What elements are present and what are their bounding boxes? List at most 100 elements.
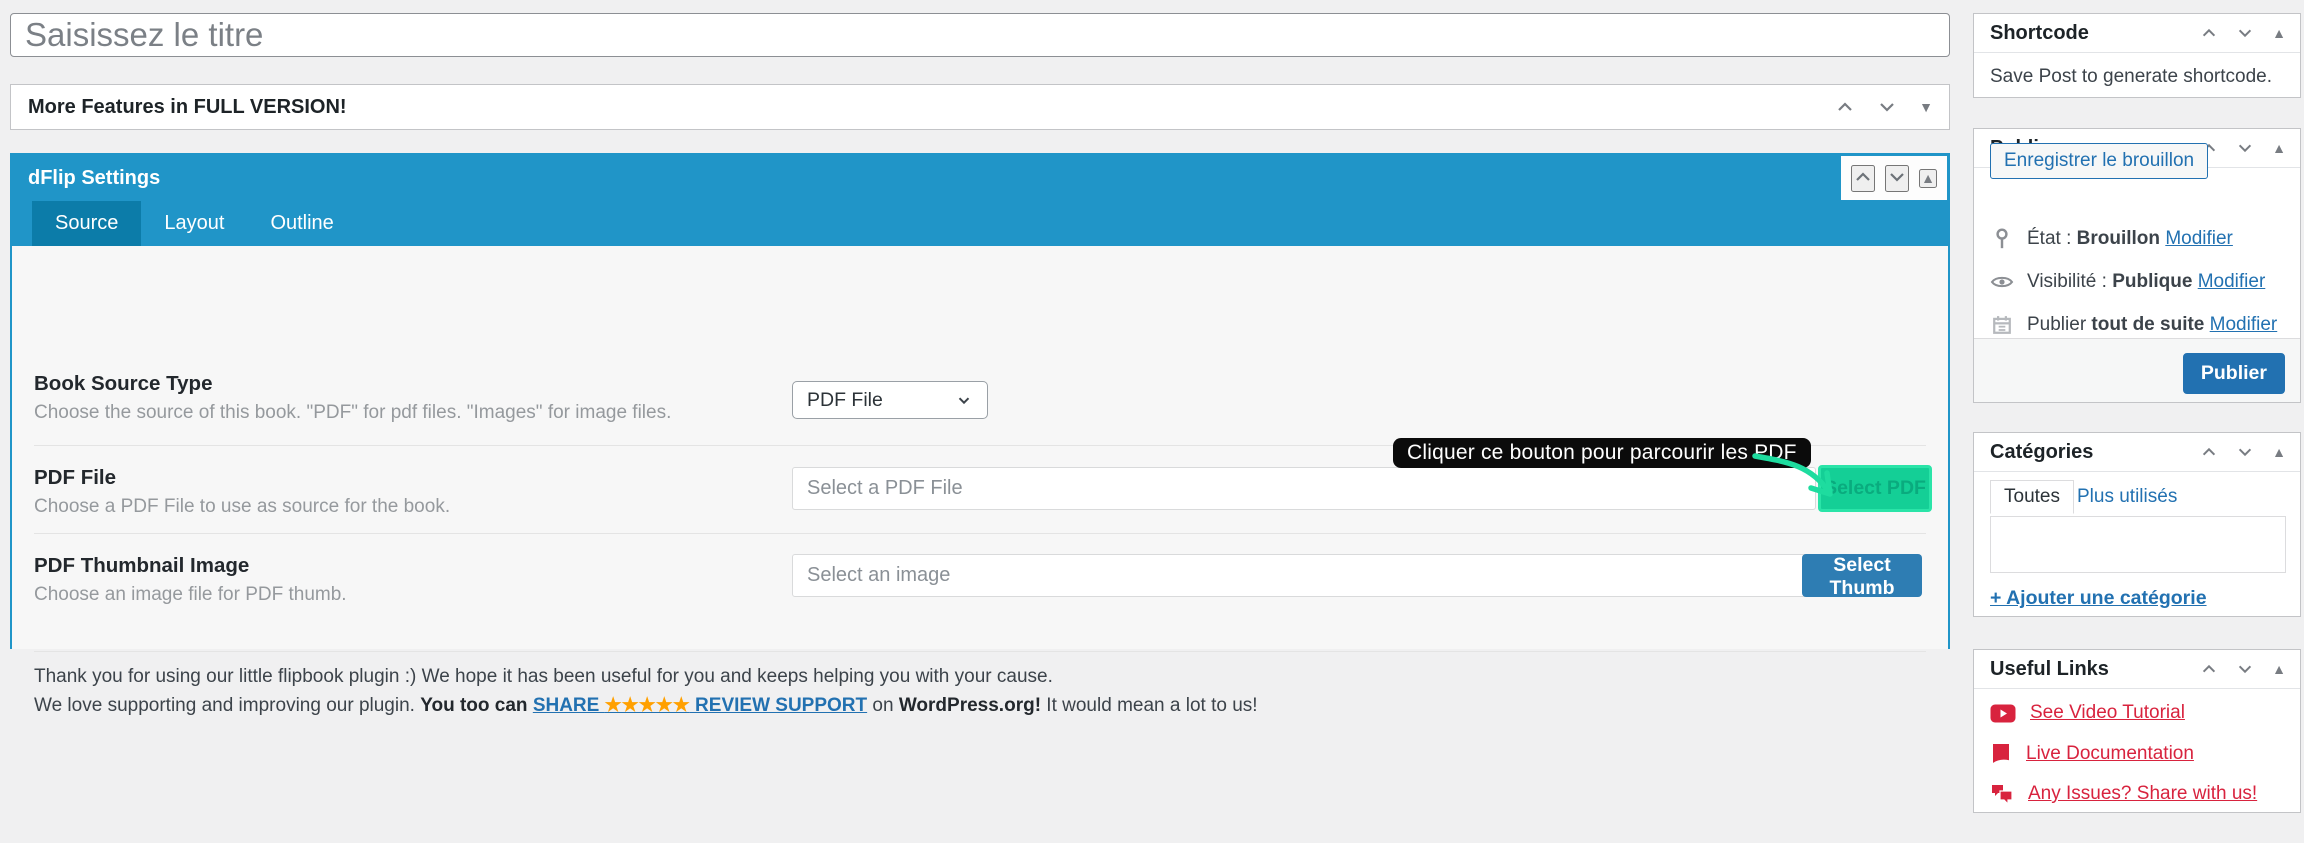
chevron-up-icon [1835, 97, 1855, 117]
move-down-button[interactable] [2236, 443, 2254, 461]
pdf-thumbnail-description: Choose an image file for PDF thumb. [34, 584, 347, 606]
move-up-button[interactable] [1851, 165, 1875, 192]
shortcode-title: Shortcode [1974, 22, 2089, 45]
pdf-file-input[interactable] [792, 467, 1816, 510]
book-source-type-description: Choose the source of this book. "PDF" fo… [34, 402, 671, 424]
pdf-file-description: Choose a PDF File to use as source for t… [34, 496, 450, 518]
chevron-up-icon [2200, 660, 2218, 678]
youtube-icon [1990, 704, 2016, 723]
edit-schedule-link[interactable]: Modifier [2210, 314, 2278, 335]
visibility-label: Visibilité : [2027, 271, 2112, 292]
add-category-link[interactable]: + Ajouter une catégorie [1990, 587, 2207, 610]
move-down-button[interactable] [1885, 165, 1909, 192]
dflip-settings-title: dFlip Settings [12, 167, 160, 190]
categories-header[interactable]: Catégories ▲ [1974, 433, 2300, 472]
move-up-button[interactable] [2200, 24, 2218, 42]
thanks-text: We love supporting and improving our plu… [34, 695, 420, 716]
pushpin-icon [1990, 227, 2014, 251]
shortcode-header[interactable]: Shortcode ▲ [1974, 14, 2300, 53]
row-divider [34, 651, 1926, 652]
issues-link[interactable]: Any Issues? Share with us! [2028, 783, 2257, 805]
toggle-panel-button[interactable]: ▲ [2272, 445, 2286, 459]
row-divider [34, 533, 1926, 534]
tab-all-categories[interactable]: Toutes [1990, 480, 2074, 514]
thanks-text: It would mean a lot to us! [1041, 695, 1258, 716]
chevron-down-icon [2236, 660, 2254, 678]
more-features-metabox: More Features in FULL VERSION! ▼ [10, 84, 1950, 130]
move-down-button[interactable] [1877, 97, 1897, 117]
video-tutorial-link[interactable]: See Video Tutorial [2030, 702, 2185, 724]
post-status-row: État : Brouillon Modifier [1990, 227, 2233, 251]
thanks-line-1: Thank you for using our little flipbook … [34, 666, 1053, 688]
chevron-up-icon [2200, 443, 2218, 461]
more-features-header[interactable]: More Features in FULL VERSION! ▼ [11, 85, 1949, 129]
video-tutorial-row: See Video Tutorial [1990, 702, 2185, 724]
toggle-panel-button[interactable]: ▲ [2272, 662, 2286, 676]
chevron-down-icon [2236, 443, 2254, 461]
pdf-file-label: PDF File [34, 466, 116, 490]
tab-source[interactable]: Source [32, 201, 141, 246]
triangle-up-icon: ▲ [1921, 170, 1935, 186]
pdf-thumbnail-input[interactable] [792, 554, 1810, 597]
move-up-button[interactable] [2200, 443, 2218, 461]
move-down-button[interactable] [2236, 139, 2254, 157]
toggle-panel-button[interactable]: ▲ [2272, 26, 2286, 40]
edit-visibility-link[interactable]: Modifier [2198, 271, 2266, 292]
eye-icon [1990, 270, 2014, 294]
categories-metabox: Catégories ▲ Toutes Plus utilisés [1973, 432, 2301, 617]
move-down-button[interactable] [2236, 24, 2254, 42]
move-up-button[interactable] [1835, 97, 1855, 117]
chevron-down-icon [1877, 97, 1897, 117]
publish-footer: Publier [1974, 338, 2300, 402]
tab-most-used-categories[interactable]: Plus utilisés [2077, 486, 2177, 508]
post-schedule-row: Publier tout de suite Modifier [1990, 313, 2277, 337]
useful-links-header[interactable]: Useful Links ▲ [1974, 650, 2300, 689]
triangle-up-icon: ▲ [2272, 445, 2286, 459]
tab-layout[interactable]: Layout [141, 201, 247, 246]
dflip-tab-bar: Source Layout Outline [12, 201, 1948, 246]
dflip-settings-metabox: dFlip Settings ▲ Source Layout Outline B… [10, 153, 1950, 649]
wordpress-post-editor: More Features in FULL VERSION! ▼ dFlip S… [0, 0, 2304, 843]
chevron-up-icon [2200, 24, 2218, 42]
wordpress-org-text: WordPress.org! [899, 695, 1041, 716]
documentation-link[interactable]: Live Documentation [2026, 743, 2194, 765]
toggle-panel-button[interactable]: ▲ [1919, 169, 1937, 188]
select-thumb-button[interactable]: Select Thumb [1802, 554, 1922, 597]
triangle-up-icon: ▲ [2272, 662, 2286, 676]
review-support-link[interactable]: SHARE ★★★★★ REVIEW SUPPORT [533, 695, 867, 716]
triangle-down-icon: ▼ [1919, 100, 1933, 114]
book-source-type-select[interactable]: PDF File [792, 381, 988, 419]
pdf-thumbnail-label: PDF Thumbnail Image [34, 554, 249, 578]
chevron-down-icon [2236, 24, 2254, 42]
triangle-up-icon: ▲ [2272, 141, 2286, 155]
useful-links-metabox: Useful Links ▲ [1973, 649, 2301, 813]
issues-row: Any Issues? Share with us! [1990, 782, 2257, 806]
thanks-bold-text: You too can [420, 695, 533, 716]
toggle-panel-button[interactable]: ▲ [2272, 141, 2286, 155]
thanks-text: on [867, 695, 899, 716]
categories-title: Catégories [1974, 441, 2093, 464]
book-icon [1990, 742, 2012, 766]
thanks-line-2: We love supporting and improving our plu… [34, 694, 1258, 717]
edit-status-link[interactable]: Modifier [2165, 228, 2233, 249]
post-title-input[interactable] [10, 13, 1950, 57]
shortcode-body: Save Post to generate shortcode. [1974, 53, 2300, 101]
book-source-type-value: PDF File [807, 389, 883, 412]
more-features-title: More Features in FULL VERSION! [11, 96, 347, 119]
categories-list[interactable] [1990, 516, 2286, 573]
dflip-source-panel: Book Source Type Choose the source of th… [12, 246, 1948, 649]
tab-outline[interactable]: Outline [247, 201, 356, 246]
chevron-down-icon [1887, 167, 1907, 187]
chat-bubbles-icon [1990, 782, 2014, 806]
move-down-button[interactable] [2236, 660, 2254, 678]
chevron-up-icon [1853, 167, 1873, 187]
dflip-settings-header: dFlip Settings ▲ [12, 155, 1948, 201]
move-up-button[interactable] [2200, 660, 2218, 678]
toggle-panel-button[interactable]: ▼ [1919, 100, 1933, 114]
documentation-row: Live Documentation [1990, 742, 2194, 766]
save-draft-button[interactable]: Enregistrer le brouillon [1990, 143, 2208, 179]
publish-button[interactable]: Publier [2183, 353, 2285, 394]
triangle-up-icon: ▲ [2272, 26, 2286, 40]
status-label: État : [2027, 228, 2077, 249]
five-stars-icon: ★★★★★ [605, 695, 690, 716]
